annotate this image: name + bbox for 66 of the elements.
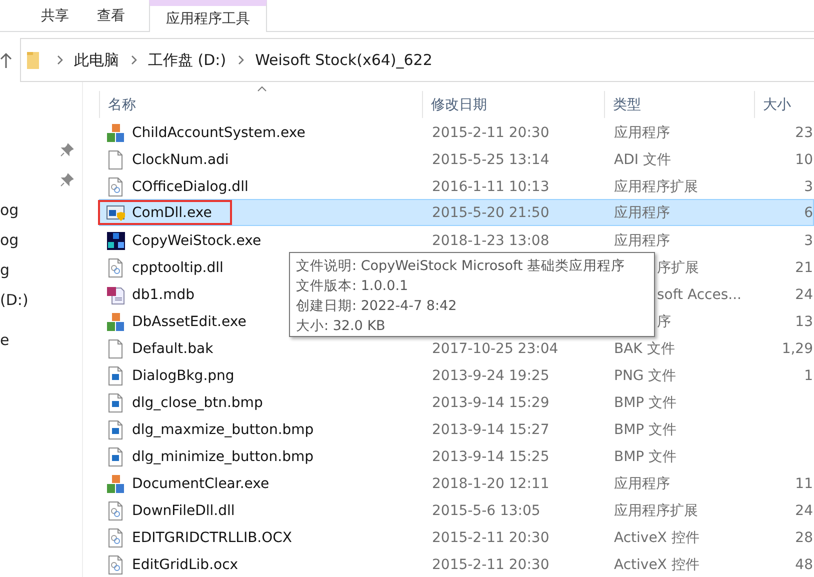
type-text: BMP 文件: [614, 448, 677, 466]
type-text: soft Acces...: [657, 286, 742, 302]
type-text: ActiveX 控件: [614, 528, 700, 546]
size-text: 1,29: [782, 340, 813, 356]
file-name: DialogBkg.png: [132, 368, 234, 384]
size-text: 23: [795, 124, 813, 140]
size-text: 10: [795, 152, 813, 168]
date-text: 2013-9-14 15:25: [432, 448, 550, 464]
type-text: PNG 文件: [614, 366, 676, 384]
size-text: 24: [795, 286, 813, 302]
date-text: 2015-5-20 21:50: [432, 204, 550, 220]
tooltip-line: 创建日期: 2022-4-7 8:42: [296, 297, 458, 316]
type-text: BAK 文件: [614, 340, 675, 358]
type-text: ActiveX 控件: [614, 556, 700, 574]
file-name: ChildAccountSystem.exe: [132, 124, 306, 140]
size-text: 3: [804, 178, 813, 194]
size-text: 3: [804, 232, 813, 248]
type-text: 应用程序: [614, 474, 670, 492]
file-name: DocumentClear.exe: [132, 476, 270, 492]
size-text: 24: [795, 502, 813, 518]
date-text: 2013-9-24 19:25: [432, 368, 550, 384]
size-text: 48: [795, 556, 813, 572]
size-text: 13: [795, 314, 813, 330]
size-text: 1: [804, 368, 813, 384]
file-name: EDITGRIDCTRLLIB.OCX: [132, 530, 292, 546]
file-name: CopyWeiStock.exe: [132, 232, 262, 248]
file-name: dlg_minimize_button.bmp: [132, 448, 314, 464]
size-text: 11: [795, 476, 813, 492]
size-text: 28: [795, 530, 813, 546]
type-text: BMP 文件: [614, 420, 677, 438]
date-text: 2017-10-25 23:04: [432, 340, 558, 356]
date-text: 2015-2-11 20:30: [432, 530, 550, 546]
file-name: DownFileDll.dll: [132, 502, 235, 518]
type-text: BMP 文件: [614, 394, 677, 412]
file-name: dlg_close_btn.bmp: [132, 394, 263, 410]
date-text: 2015-2-11 20:30: [432, 556, 550, 572]
type-text: 应用程序: [614, 232, 670, 250]
date-text: 2018-1-20 12:11: [432, 476, 550, 492]
date-text: 2015-5-25 13:14: [432, 152, 550, 168]
file-name: db1.mdb: [132, 286, 195, 302]
file-name: EditGridLib.ocx: [132, 556, 238, 572]
size-text: 21: [795, 260, 813, 276]
date-text: 2015-5-6 13:05: [432, 502, 540, 518]
date-text: 2013-9-14 15:29: [432, 394, 550, 410]
type-text: ADI 文件: [614, 150, 671, 168]
file-name: ComDll.exe: [132, 204, 212, 220]
file-name: Default.bak: [132, 340, 214, 356]
type-text: 应用程序扩展: [614, 502, 698, 520]
size-text: 6: [804, 204, 813, 220]
date-text: 2013-9-14 15:27: [432, 422, 550, 438]
date-text: 2016-1-11 10:13: [432, 178, 550, 194]
file-name: DbAssetEdit.exe: [132, 314, 246, 330]
type-text: 序扩展: [657, 258, 699, 276]
tooltip-line: 文件版本: 1.0.0.1: [296, 277, 410, 296]
tooltip-line: 文件说明: CopyWeiStock Microsoft 基础类应用程序: [296, 257, 626, 276]
file-name: cpptooltip.dll: [132, 260, 224, 276]
type-text: 应用程序扩展: [614, 178, 698, 196]
date-text: 2018-1-23 13:08: [432, 232, 550, 248]
file-name: COfficeDialog.dll: [132, 178, 248, 194]
type-text: 序: [657, 312, 671, 330]
type-text: 应用程序: [614, 124, 670, 142]
file-name: ClockNum.adi: [132, 152, 229, 168]
tooltip-line: 大小: 32.0 KB: [296, 317, 386, 336]
type-text: 应用程序: [614, 204, 670, 222]
date-text: 2015-2-11 20:30: [432, 124, 550, 140]
file-name: dlg_maxmize_button.bmp: [132, 422, 314, 438]
